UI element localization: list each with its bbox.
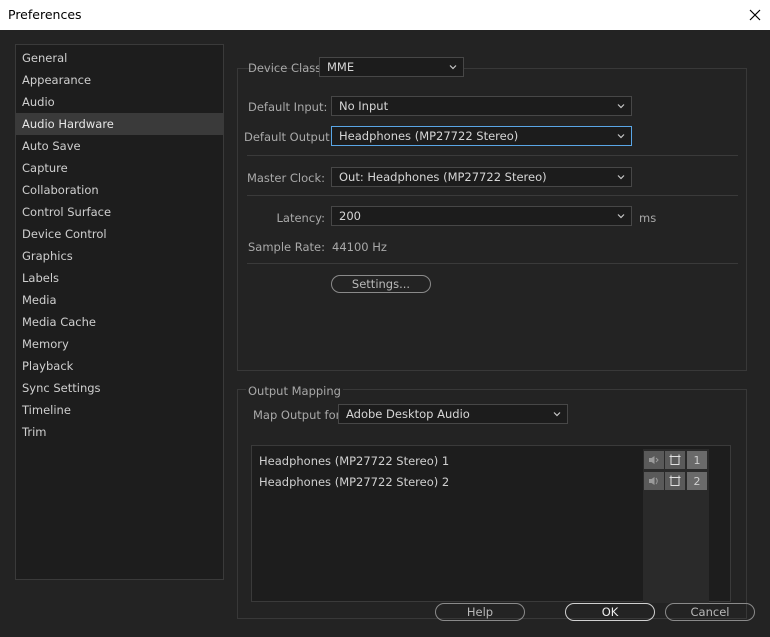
chevron-down-icon (553, 412, 561, 417)
speaker-toggle[interactable] (644, 472, 664, 490)
sidebar-item-capture[interactable]: Capture (16, 157, 223, 179)
latency-label: Latency: (276, 211, 326, 225)
sample-rate-label: Sample Rate: (247, 240, 325, 254)
channel-number: 2 (687, 472, 707, 490)
sidebar-item-trim[interactable]: Trim (16, 421, 223, 443)
map-output-for-value: Adobe Desktop Audio (346, 407, 470, 421)
device-class-label: Device Class: (248, 61, 326, 75)
close-icon (749, 9, 761, 21)
speaker-icon (649, 456, 659, 464)
channel-frame-icon (669, 475, 681, 486)
sidebar-item-playback[interactable]: Playback (16, 355, 223, 377)
default-output-label: Default Output: (244, 130, 334, 144)
chevron-down-icon (617, 104, 625, 109)
chevron-down-icon (617, 175, 625, 180)
help-button[interactable]: Help (435, 603, 525, 621)
sidebar-item-media-cache[interactable]: Media Cache (16, 311, 223, 333)
device-class-dropdown[interactable]: MME (319, 57, 464, 77)
window-title: Preferences (8, 7, 82, 22)
default-output-value: Headphones (MP27722 Stereo) (339, 129, 519, 143)
sidebar-item-appearance[interactable]: Appearance (16, 69, 223, 91)
channel-frame-cell[interactable] (665, 472, 685, 490)
output-mapping-list: Headphones (MP27722 Stereo) 1 Headphones… (251, 445, 731, 603)
master-clock-dropdown[interactable]: Out: Headphones (MP27722 Stereo) (331, 167, 632, 187)
channel-frame-cell[interactable] (665, 451, 685, 469)
output-mapping-label: Output Mapping (246, 384, 343, 398)
sidebar-item-media[interactable]: Media (16, 289, 223, 311)
sidebar-item-collaboration[interactable]: Collaboration (16, 179, 223, 201)
master-clock-label: Master Clock: (246, 171, 325, 185)
map-output-for-label: Map Output for: (253, 408, 345, 422)
speaker-toggle[interactable] (644, 451, 664, 469)
sidebar-item-general[interactable]: General (16, 47, 223, 69)
cancel-button[interactable]: Cancel (665, 603, 755, 621)
sidebar-item-labels[interactable]: Labels (16, 267, 223, 289)
divider (247, 155, 738, 156)
divider (247, 195, 738, 196)
sidebar-item-graphics[interactable]: Graphics (16, 245, 223, 267)
latency-value: 200 (339, 209, 361, 223)
channel-frame-icon (669, 454, 681, 465)
channel-number: 1 (687, 451, 707, 469)
close-button[interactable] (740, 0, 770, 30)
chevron-down-icon (617, 134, 625, 139)
latency-unit: ms (639, 211, 657, 225)
sidebar-item-sync-settings[interactable]: Sync Settings (16, 377, 223, 399)
mapping-row-label: Headphones (MP27722 Stereo) 2 (259, 475, 450, 489)
default-input-dropdown[interactable]: No Input (331, 96, 632, 116)
divider (247, 263, 738, 264)
map-output-for-dropdown[interactable]: Adobe Desktop Audio (338, 404, 568, 424)
title-bar: Preferences (0, 0, 770, 30)
sidebar-item-auto-save[interactable]: Auto Save (16, 135, 223, 157)
chevron-down-icon (617, 214, 625, 219)
latency-dropdown[interactable]: 200 (331, 206, 632, 226)
ok-button[interactable]: OK (565, 603, 655, 621)
device-class-value: MME (327, 60, 355, 74)
mapping-row-label: Headphones (MP27722 Stereo) 1 (259, 454, 450, 468)
default-input-value: No Input (339, 99, 389, 113)
sample-rate-value: 44100 Hz (332, 240, 387, 254)
sidebar-item-control-surface[interactable]: Control Surface (16, 201, 223, 223)
sidebar-item-audio-hardware[interactable]: Audio Hardware (16, 113, 223, 135)
default-input-label: Default Input: (248, 100, 328, 114)
sidebar-item-timeline[interactable]: Timeline (16, 399, 223, 421)
default-output-dropdown[interactable]: Headphones (MP27722 Stereo) (331, 126, 632, 146)
speaker-icon (649, 477, 658, 485)
chevron-down-icon (449, 65, 457, 70)
sidebar-item-device-control[interactable]: Device Control (16, 223, 223, 245)
preferences-sidebar: General Appearance Audio Audio Hardware … (15, 44, 224, 580)
sidebar-item-memory[interactable]: Memory (16, 333, 223, 355)
master-clock-value: Out: Headphones (MP27722 Stereo) (339, 170, 547, 184)
sidebar-item-audio[interactable]: Audio (16, 91, 223, 113)
settings-button[interactable]: Settings... (331, 275, 431, 293)
